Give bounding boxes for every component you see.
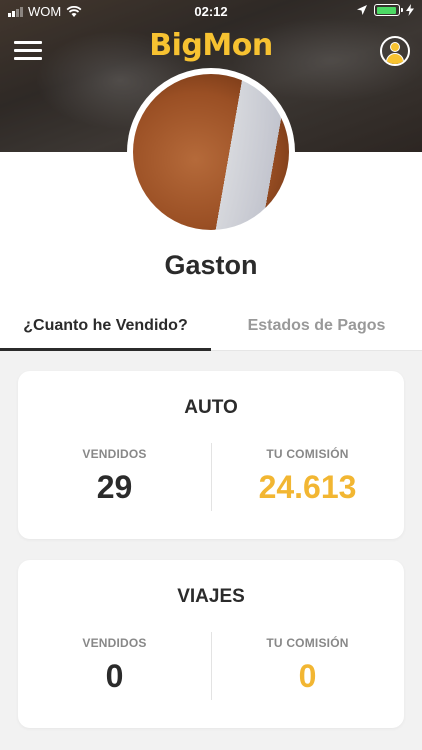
app-logo: BigMon [149, 28, 273, 63]
sold-label: VENDIDOS [82, 636, 147, 650]
sales-card-auto: AUTO VENDIDOS 29 TU COMISIÓN 24.613 [18, 371, 404, 539]
commission-label: TU COMISIÓN [266, 636, 349, 650]
commission-column: TU COMISIÓN 0 [211, 636, 404, 695]
user-profile-icon[interactable] [380, 36, 410, 66]
charging-bolt-icon [406, 4, 414, 16]
sales-card-viajes: VIAJES VENDIDOS 0 TU COMISIÓN 0 [18, 560, 404, 728]
sold-value: 0 [105, 658, 124, 694]
avatar [127, 68, 295, 236]
tab-sales[interactable]: ¿Cuanto he Vendido? [0, 305, 211, 351]
status-bar: WOM 02:12 [0, 0, 422, 24]
sold-column: VENDIDOS 0 [18, 636, 211, 695]
user-name: Gaston [164, 250, 258, 280]
commission-value: 0 [298, 658, 317, 694]
card-title: AUTO [184, 397, 238, 418]
commission-value: 24.613 [258, 469, 357, 505]
sold-value: 29 [96, 469, 133, 505]
commission-label: TU COMISIÓN [266, 447, 349, 461]
battery-icon [374, 4, 403, 16]
sold-column: VENDIDOS 29 [18, 447, 211, 506]
location-arrow-icon [357, 5, 367, 15]
commission-column: TU COMISIÓN 24.613 [211, 447, 404, 506]
sold-label: VENDIDOS [82, 447, 147, 461]
tab-payment-status[interactable]: Estados de Pagos [211, 305, 422, 351]
avatar-photo [133, 74, 289, 230]
card-title: VIAJES [177, 586, 245, 607]
tab-bar: ¿Cuanto he Vendido? Estados de Pagos [0, 305, 422, 351]
